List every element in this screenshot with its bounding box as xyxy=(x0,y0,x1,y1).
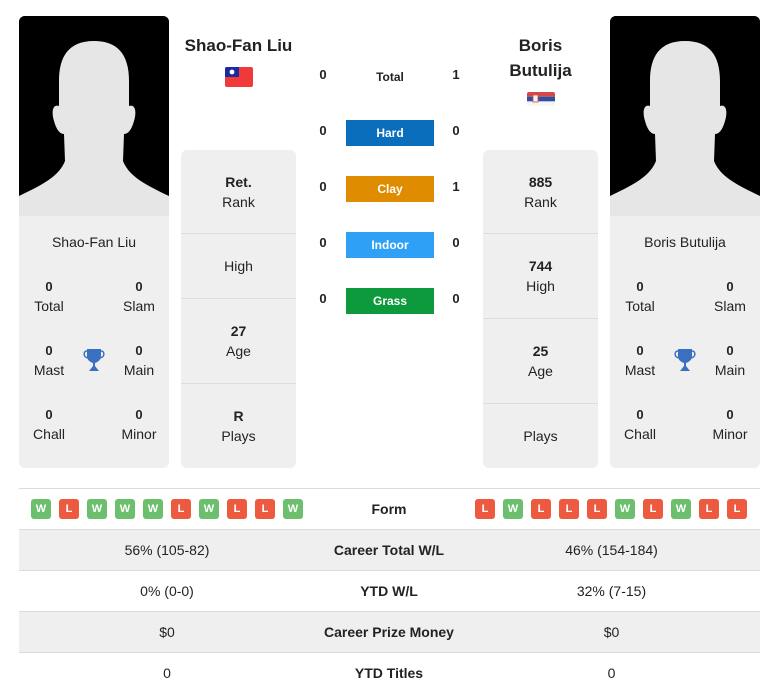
player2-ytd-wl: 32% (7-15) xyxy=(576,583,647,599)
h2h-grass-p1: 0 xyxy=(319,291,327,306)
titles-chall: 0 Chall xyxy=(33,407,65,442)
titles-chall: 0 Chall xyxy=(624,407,656,442)
form-badge-loss[interactable]: L xyxy=(587,499,607,519)
h2h-hard-p1: 0 xyxy=(319,123,327,138)
h2h-total-p2: 1 xyxy=(452,67,460,82)
prize-money-label: Career Prize Money xyxy=(324,624,454,640)
h2h-clay-p2: 1 xyxy=(452,179,460,194)
surface-indoor-button[interactable]: Indoor xyxy=(346,232,434,258)
ytd-wl-label: YTD W/L xyxy=(360,583,418,599)
player1-titles-card: Shao-Fan Liu 0 Total 0 Slam 0 Mast 0 Mai… xyxy=(19,216,169,468)
form-badge-loss[interactable]: L xyxy=(171,499,191,519)
taiwan-flag-icon xyxy=(225,67,253,87)
player1-rank-card: Ret. Rank High 27 Age R Plays xyxy=(181,150,296,468)
trophy-icon xyxy=(82,347,106,373)
titles-minor: 0 Minor xyxy=(121,407,157,442)
form-badge-win[interactable]: W xyxy=(87,499,107,519)
player2-career-wl: 46% (154-184) xyxy=(565,542,658,558)
form-badge-loss[interactable]: L xyxy=(699,499,719,519)
player2-ytd-titles: 0 xyxy=(607,665,616,681)
h2h-clay-p1: 0 xyxy=(319,179,327,194)
rank-row: 885 Rank xyxy=(483,150,598,234)
player2-name-link[interactable]: Boris Butulija xyxy=(483,33,598,83)
surface-hard-button[interactable]: Hard xyxy=(346,120,434,146)
high-row: 744 High xyxy=(483,234,598,319)
h2h-hard-p2: 0 xyxy=(452,123,460,138)
form-badge-loss[interactable]: L xyxy=(727,499,747,519)
form-badge-loss[interactable]: L xyxy=(643,499,663,519)
form-badge-loss[interactable]: L xyxy=(531,499,551,519)
trophy-icon xyxy=(673,347,697,373)
form-label: Form xyxy=(371,501,407,517)
player2-prize-money: $0 xyxy=(603,624,620,640)
plays-row: Plays xyxy=(523,428,558,444)
form-badge-win[interactable]: W xyxy=(143,499,163,519)
titles-total: 0 Total xyxy=(34,279,64,314)
player1-card-name: Shao-Fan Liu xyxy=(51,234,137,250)
titles-total: 0 Total xyxy=(625,279,655,314)
form-row: WLWWWLWLLW Form LWLLLWLWLL xyxy=(19,488,760,529)
form-badge-loss[interactable]: L xyxy=(475,499,495,519)
player2-photo xyxy=(610,16,760,216)
silhouette-icon xyxy=(610,16,760,216)
rank-row: Ret. Rank xyxy=(181,150,296,234)
form-badge-loss[interactable]: L xyxy=(59,499,79,519)
h2h-total-p1: 0 xyxy=(319,67,327,82)
titles-mast: 0 Mast xyxy=(33,343,65,378)
titles-mast: 0 Mast xyxy=(624,343,656,378)
player2-form: LWLLLWLWLL xyxy=(463,489,760,529)
player1-ytd-titles: 0 xyxy=(163,665,171,681)
plays-row: R Plays xyxy=(221,408,256,444)
form-badge-win[interactable]: W xyxy=(31,499,51,519)
form-badge-win[interactable]: W xyxy=(615,499,635,519)
age-row: 25 Age xyxy=(483,319,598,404)
surface-grass-button[interactable]: Grass xyxy=(346,288,434,314)
form-badge-win[interactable]: W xyxy=(199,499,219,519)
h2h-indoor-p2: 0 xyxy=(452,235,460,250)
form-badge-loss[interactable]: L xyxy=(227,499,247,519)
serbia-flag-icon xyxy=(527,92,555,106)
player1-prize-money: $0 xyxy=(159,624,175,640)
player1-ytd-wl: 0% (0-0) xyxy=(140,583,194,599)
age-row: 27 Age xyxy=(181,299,296,384)
form-badge-loss[interactable]: L xyxy=(255,499,275,519)
high-row: High xyxy=(181,234,296,299)
h2h-grass-p2: 0 xyxy=(452,291,460,306)
player1-photo xyxy=(19,16,169,216)
player2-titles-card: Boris Butulija 0 Total 0 Slam 0 Mast 0 M… xyxy=(610,216,760,468)
player1-form: WLWWWLWLLW xyxy=(19,489,315,529)
prize-money-row: $0 Career Prize Money $0 xyxy=(19,611,760,652)
titles-main: 0 Main xyxy=(123,343,155,378)
h2h-indoor-p1: 0 xyxy=(319,235,327,250)
ytd-wl-row: 0% (0-0) YTD W/L 32% (7-15) xyxy=(19,570,760,611)
career-wl-label: Career Total W/L xyxy=(333,542,445,558)
form-badge-loss[interactable]: L xyxy=(559,499,579,519)
player2-rank-card: 885 Rank 744 High 25 Age Plays xyxy=(483,150,598,468)
player1-career-wl: 56% (105-82) xyxy=(124,542,210,558)
titles-slam: 0 Slam xyxy=(123,279,155,314)
silhouette-icon xyxy=(19,16,169,216)
form-badge-win[interactable]: W xyxy=(115,499,135,519)
career-wl-row: 56% (105-82) Career Total W/L 46% (154-1… xyxy=(19,529,760,570)
form-badge-win[interactable]: W xyxy=(503,499,523,519)
titles-slam: 0 Slam xyxy=(714,279,746,314)
ytd-titles-row: 0 YTD Titles 0 xyxy=(19,652,760,693)
h2h-total-label: Total xyxy=(376,70,404,84)
player2-card-name: Boris Butulija xyxy=(644,234,726,250)
titles-main: 0 Main xyxy=(714,343,746,378)
form-badge-win[interactable]: W xyxy=(671,499,691,519)
ytd-titles-label: YTD Titles xyxy=(354,665,424,681)
form-badge-win[interactable]: W xyxy=(283,499,303,519)
titles-minor: 0 Minor xyxy=(712,407,748,442)
surface-clay-button[interactable]: Clay xyxy=(346,176,434,202)
player1-name-link[interactable]: Shao-Fan Liu xyxy=(181,33,296,58)
